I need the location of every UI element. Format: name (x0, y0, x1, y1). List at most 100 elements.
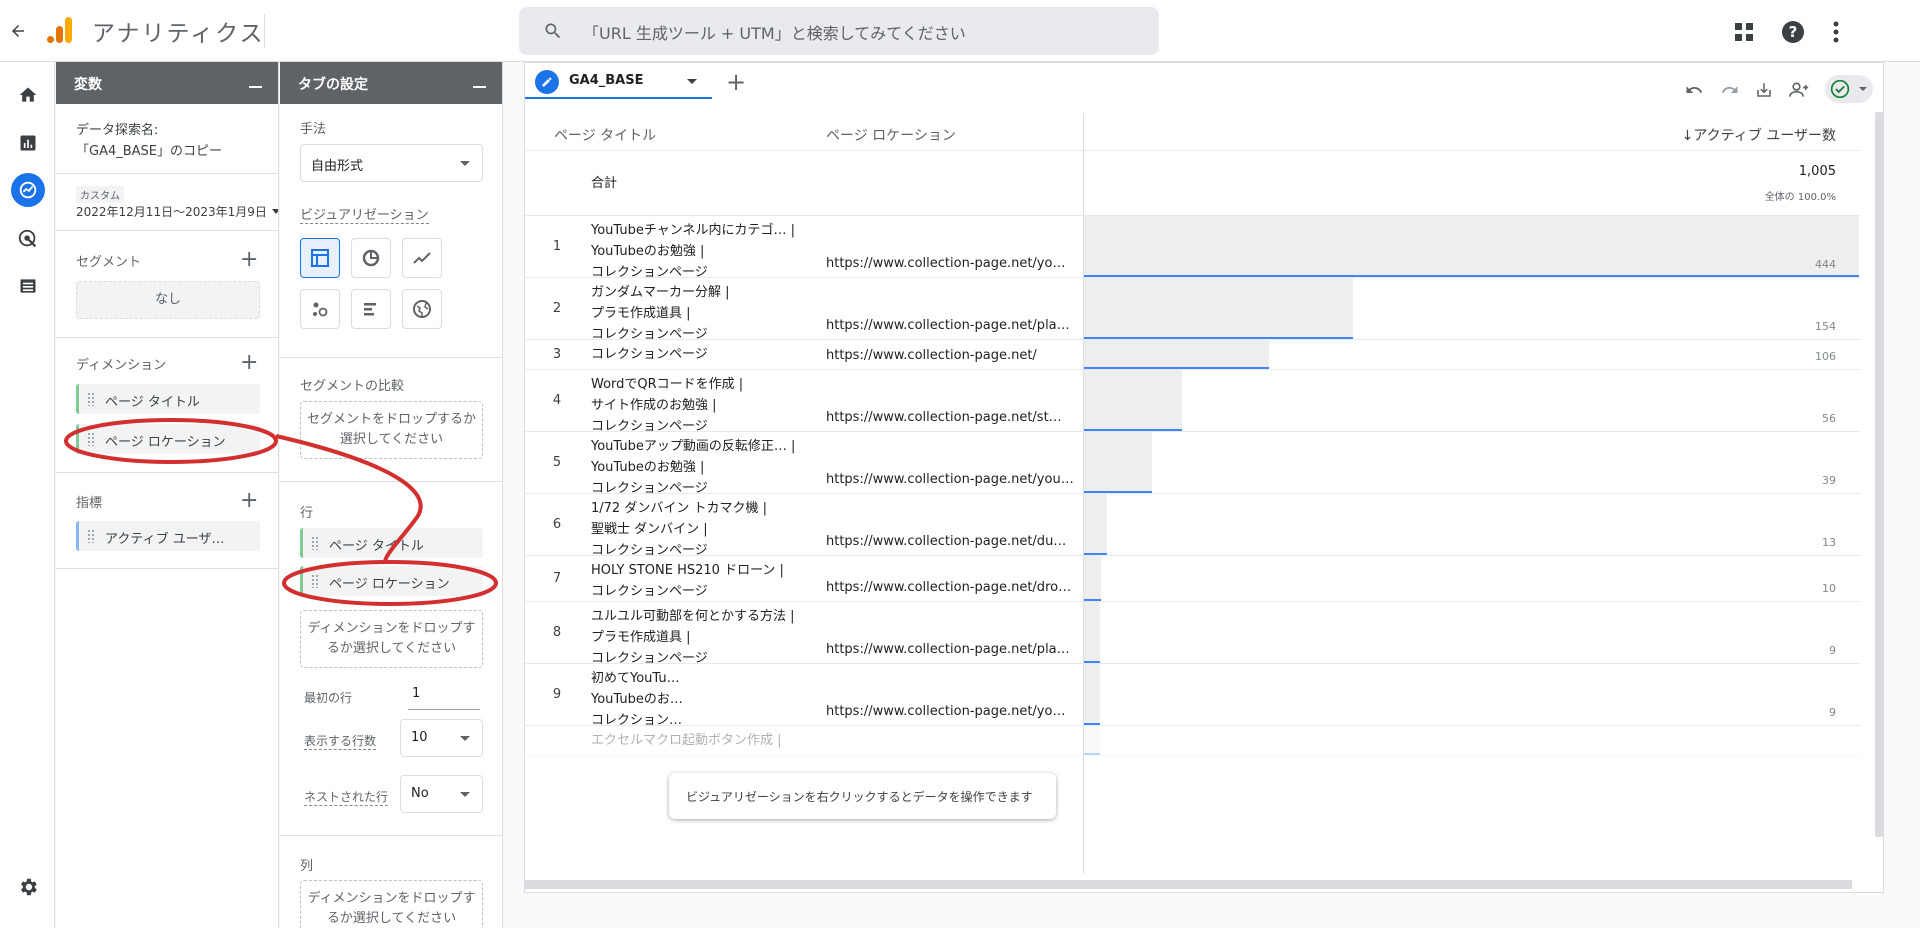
add-segment-icon[interactable]: + (240, 249, 258, 271)
row-value-bar-line (1084, 661, 1100, 663)
segments-label: セグメント (76, 255, 142, 270)
row-page-title: ユルユル可動部を何とかする方法 | プラモ作成道具 | コレクションページ (591, 606, 795, 669)
table-row[interactable]: 9 初めてYouTu… YouTubeのお… コレクション… https://www.c… (525, 664, 1860, 728)
date-caret-icon[interactable] (272, 209, 278, 214)
line-chart-icon[interactable] (402, 238, 442, 278)
row-page-title-line: WordでQRコードを作成 | (591, 377, 744, 392)
home-icon[interactable] (11, 78, 45, 112)
bar-chart-icon[interactable] (351, 289, 391, 329)
row-page-location: https://www.collection-page.net/st… (826, 410, 1062, 425)
row-active-users: 154 (1815, 320, 1836, 333)
table-row[interactable]: 4 WordでQRコードを作成 | サイト作成のお勉強 | コレクションページ http… (525, 370, 1860, 434)
explore-icon[interactable] (11, 173, 45, 207)
tab-menu-caret-icon[interactable] (687, 79, 697, 84)
drag-handle-icon[interactable] (311, 574, 318, 588)
row-index: 6 (552, 517, 562, 532)
technique-select[interactable]: 自由形式 (300, 144, 483, 182)
add-tab-button[interactable]: + (720, 67, 752, 99)
column-drop-zone[interactable]: ディメンションをドロップするか選択してください (300, 880, 483, 928)
table-row[interactable]: 7 HOLY STONE HS210 ドローン | コレクションページ https:/… (525, 556, 1860, 602)
dimension-chip-page-title[interactable]: ページ タイトル (76, 384, 260, 414)
search-placeholder: 「URL 生成ツール + UTM」と検索してみてください (583, 24, 966, 43)
column-header-location[interactable]: ページ ロケーション (826, 125, 956, 145)
rows-label: 行 (300, 506, 314, 521)
row-index: 4 (552, 393, 562, 408)
row-value-bar (1084, 340, 1269, 369)
search-bar[interactable]: 「URL 生成ツール + UTM」と検索してみてください (519, 7, 1159, 55)
nested-rows-select[interactable]: No (400, 775, 483, 813)
table-row[interactable]: 5 YouTubeアップ動画の反転修正… | YouTubeのお勉強 | コレクション… (525, 432, 1860, 496)
horizontal-scrollbar[interactable] (524, 880, 1852, 889)
table-row[interactable]: 1 YouTubeチャンネル内にカテゴ… | YouTubeのお勉強 | コレクション… (525, 216, 1860, 280)
advertising-icon[interactable] (11, 222, 45, 256)
donut-chart-icon[interactable] (351, 238, 391, 278)
add-dimension-icon[interactable]: + (240, 352, 258, 374)
help-icon[interactable]: ? (1778, 17, 1808, 47)
dimension-chip-page-location[interactable]: ページ ロケーション (76, 424, 260, 454)
row-page-title: ガンダムマーカー分解 | プラモ作成道具 | コレクションページ (591, 282, 730, 345)
drag-handle-icon[interactable] (87, 529, 94, 543)
row-page-title-line: プラモ作成道具 | (591, 630, 691, 645)
drag-handle-icon[interactable] (87, 432, 94, 446)
row-page-title-line: 初めてYouTu… (591, 671, 680, 686)
geo-map-icon[interactable] (402, 289, 442, 329)
download-icon[interactable] (1751, 77, 1777, 103)
redo-icon[interactable] (1717, 77, 1743, 103)
show-rows-select[interactable]: 10 (400, 719, 483, 757)
row-index: 3 (552, 347, 562, 362)
row-value-bar (1084, 602, 1100, 663)
row-page-title: 1/72 ダンバイン トカマク機 | 聖戦士 ダンバイン | コレクションページ (591, 498, 767, 561)
table-icon[interactable] (300, 238, 340, 278)
date-badge: カスタム (76, 186, 124, 203)
row-active-users: 39 (1822, 474, 1836, 487)
drag-handle-icon[interactable] (311, 536, 318, 550)
collapse-icon[interactable] (473, 86, 486, 88)
technique-label: 手法 (300, 122, 327, 137)
divider (280, 835, 502, 836)
edit-pencil-icon[interactable] (535, 70, 559, 94)
table-header-row: ページ タイトル ページ ロケーション ↓アクティブ ユーザー数 (525, 113, 1860, 151)
row-index: 9 (552, 687, 562, 702)
exploration-canvas: GA4_BASE + ページ タイトル ページ ロケーション ↓アクティブ ユー… (524, 62, 1884, 893)
exploration-name[interactable]: 「GA4_BASE」のコピー (76, 140, 222, 159)
scatter-chart-icon[interactable] (300, 289, 340, 329)
row-active-users: 56 (1822, 412, 1836, 425)
metric-chip-active-users[interactable]: アクティブ ユーザ… (76, 521, 260, 551)
row-value-bar (1084, 216, 1859, 277)
column-header-title[interactable]: ページ タイトル (554, 125, 656, 145)
collapse-icon[interactable] (249, 86, 262, 88)
undo-icon[interactable] (1681, 77, 1707, 103)
segment-drop-zone[interactable]: セグメントをドロップするか選択してください (300, 401, 483, 459)
row-value-bar-line (1084, 723, 1100, 725)
vertical-scrollbar[interactable] (1875, 112, 1883, 837)
reports-icon[interactable] (11, 126, 45, 160)
date-range[interactable]: 2022年12月11日～2023年1月9日 (76, 203, 267, 220)
column-header-active-users[interactable]: ↓アクティブ ユーザー数 (1682, 125, 1836, 145)
row-chip-page-location[interactable]: ページ ロケーション (300, 566, 483, 596)
table-row[interactable]: 8 ユルユル可動部を何とかする方法 | プラモ作成道具 | コレクションページ http… (525, 602, 1860, 666)
configure-icon[interactable] (11, 269, 45, 303)
first-row-label: 最初の行 (304, 691, 353, 705)
table-row[interactable]: エクセルマクロ起動ボタン作成 | (525, 726, 1860, 756)
row-index: 5 (552, 455, 562, 470)
row-chip-page-title[interactable]: ページ タイトル (300, 528, 483, 558)
first-row-input[interactable]: 1 (408, 682, 480, 710)
row-dimension-drop-zone[interactable]: ディメンションをドロップするか選択してください (300, 610, 483, 668)
share-user-icon[interactable] (1786, 77, 1812, 103)
gear-icon[interactable] (11, 870, 45, 904)
check-status-icon[interactable] (1825, 75, 1873, 103)
table-row[interactable]: 6 1/72 ダンバイン トカマク機 | 聖戦士 ダンバイン | コレクションページ h… (525, 494, 1860, 558)
drag-handle-icon[interactable] (87, 392, 94, 406)
row-page-title: YouTubeチャンネル内にカテゴ… | YouTubeのお勉強 | コレクションペ… (591, 220, 795, 283)
arrow-left-icon[interactable] (4, 16, 32, 46)
table-row[interactable]: 3 コレクションページ https://www.collection-page.ne… (525, 340, 1860, 370)
header-divider (264, 14, 265, 48)
row-value-bar-line (1084, 599, 1101, 601)
row-page-title: YouTubeアップ動画の反転修正… | YouTubeのお勉強 | コレクションペ… (591, 436, 795, 499)
tab-ga4-base[interactable]: GA4_BASE (525, 63, 712, 99)
table-row[interactable]: 2 ガンダムマーカー分解 | プラモ作成道具 | コレクションページ https://w… (525, 278, 1860, 342)
apps-grid-icon[interactable] (1730, 18, 1758, 46)
search-icon (541, 19, 565, 43)
add-metric-icon[interactable]: + (240, 490, 258, 512)
more-vert-icon[interactable] (1822, 17, 1850, 47)
